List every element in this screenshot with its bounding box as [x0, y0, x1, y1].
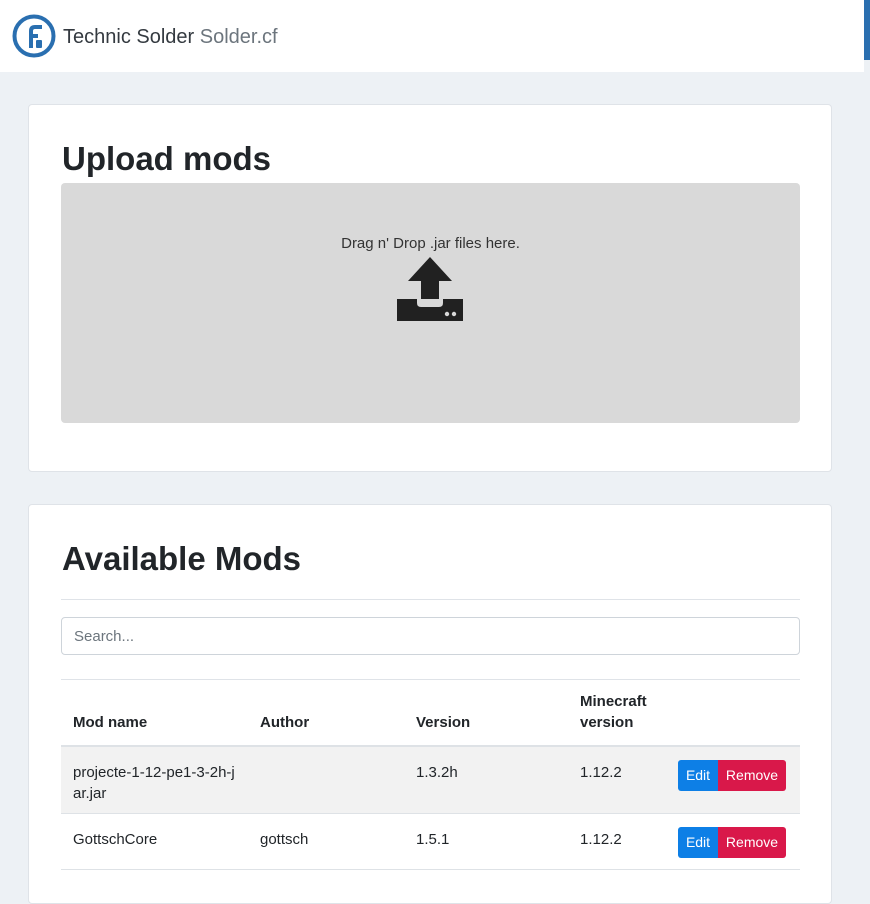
row-actions: Edit Remove	[678, 827, 786, 858]
solder-logo-icon[interactable]	[12, 14, 56, 58]
col-mod-name[interactable]: Mod name	[73, 712, 147, 733]
navbar: Technic Solder Solder.cf	[0, 0, 864, 72]
mod-version: 1.5.1	[416, 831, 450, 848]
brand[interactable]: Technic Solder Solder.cf	[63, 25, 278, 49]
mods-title: Available Mods	[62, 540, 302, 577]
brand-subtitle: Solder.cf	[199, 26, 278, 48]
mods-card: Available Mods Mod name Author Version M…	[28, 504, 832, 904]
mod-author: gottsch	[260, 831, 309, 848]
mod-version: 1.3.2h	[416, 764, 458, 781]
col-author[interactable]: Author	[260, 712, 309, 733]
row-actions: Edit Remove	[678, 760, 786, 791]
mod-name: projecte-1-12-pe1-3-2h-jar.jar	[73, 764, 235, 802]
dropzone-text: Drag n' Drop .jar files here.	[341, 235, 520, 252]
navbar-accent	[864, 0, 870, 60]
col-version[interactable]: Version	[416, 712, 470, 733]
divider	[61, 599, 800, 600]
table-header: Mod name Author Version Minecraft versio…	[61, 679, 800, 747]
edit-button[interactable]: Edit	[678, 827, 718, 858]
upload-title: Upload mods	[62, 140, 272, 177]
mod-minecraft-version: 1.12.2	[580, 831, 622, 848]
table-row: projecte-1-12-pe1-3-2h-jar.jar 1.3.2h 1.…	[61, 747, 800, 814]
table-row: GottschCore gottsch 1.5.1 1.12.2 Edit Re…	[61, 814, 800, 870]
mod-minecraft-version: 1.12.2	[580, 764, 622, 781]
upload-card: Upload mods Drag n' Drop .jar files here…	[28, 104, 832, 472]
col-minecraft-version[interactable]: Minecraft version	[580, 691, 670, 733]
brand-name: Technic Solder	[63, 26, 195, 48]
dropzone[interactable]: Drag n' Drop .jar files here.	[61, 183, 800, 423]
edit-button[interactable]: Edit	[678, 760, 718, 791]
remove-button[interactable]: Remove	[718, 827, 786, 858]
search-input[interactable]	[61, 617, 800, 655]
remove-button[interactable]: Remove	[718, 760, 786, 791]
mods-table: Mod name Author Version Minecraft versio…	[61, 679, 800, 870]
mod-name: GottschCore	[73, 831, 158, 848]
upload-icon	[397, 257, 463, 321]
